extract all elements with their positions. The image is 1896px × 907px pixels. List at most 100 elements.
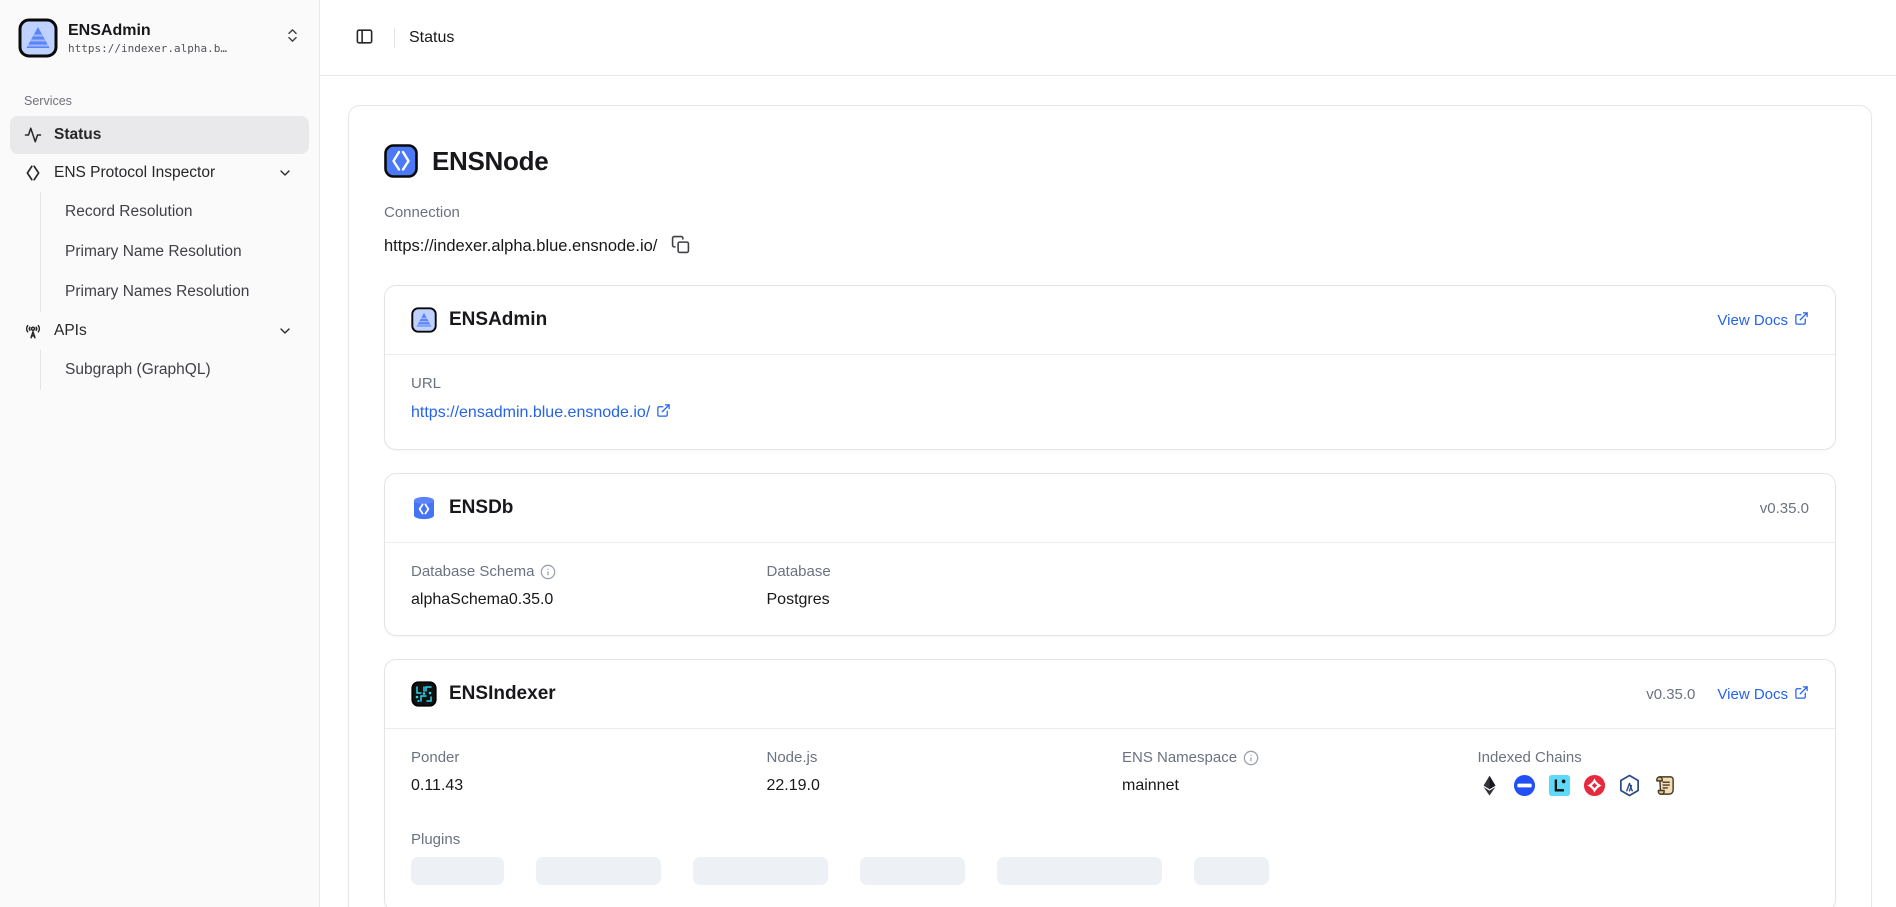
field-nodejs: Node.js 22.19.0 <box>767 749 1099 797</box>
plugin-chip <box>997 857 1162 885</box>
ensindexer-logo-icon <box>411 681 437 707</box>
ensadmin-url-link[interactable]: https://ensadmin.blue.ensnode.io/ <box>411 403 671 423</box>
url-field-label: URL <box>411 375 1809 392</box>
field-value: mainnet <box>1122 777 1454 795</box>
version-badge: v0.35.0 <box>1646 686 1695 703</box>
field-value: Postgres <box>767 591 1099 609</box>
connection-url: https://indexer.alpha.blue.ensnode.io/ <box>384 237 657 256</box>
app-subtitle: https://indexer.alpha.b… <box>68 42 274 55</box>
ensadmin-url-text: https://ensadmin.blue.ensnode.io/ <box>411 404 650 422</box>
field-database-schema: Database Schema alphaSchema0.35.0 <box>411 563 743 609</box>
app-title: ENSAdmin <box>68 22 151 39</box>
sidebar-item-primary-name-resolution[interactable]: Primary Name Resolution <box>51 232 309 272</box>
linea-chain-icon <box>1548 774 1571 797</box>
chevrons-up-down-icon <box>284 27 301 49</box>
scroll-chain-icon <box>1653 774 1676 797</box>
main-area: Status ENSNode Connection https: <box>320 0 1896 907</box>
apis-subnav: Subgraph (GraphQL) <box>40 350 309 390</box>
sidebar-section-label: Services <box>10 94 309 108</box>
sidebar-item-subgraph-graphql[interactable]: Subgraph (GraphQL) <box>51 350 309 390</box>
version-badge: v0.35.0 <box>1760 500 1809 517</box>
copy-icon <box>671 235 690 257</box>
sidebar-item-label: Status <box>54 126 101 144</box>
sidebar-item-apis[interactable]: APIs <box>10 312 309 350</box>
field-value: alphaSchema0.35.0 <box>411 591 743 609</box>
topbar: Status <box>320 0 1896 76</box>
external-link-icon <box>656 403 671 423</box>
card-title: ENSIndexer <box>449 683 556 705</box>
field-database: Database Postgres <box>767 563 1099 609</box>
radio-tower-icon <box>24 322 42 340</box>
sidebar: ENSAdmin https://indexer.alpha.b… Servic… <box>0 0 320 907</box>
info-icon[interactable] <box>540 564 556 580</box>
page-title: ENSNode <box>432 146 548 177</box>
plugin-chip <box>860 857 965 885</box>
field-label: Node.js <box>767 749 1099 766</box>
view-docs-label: View Docs <box>1717 312 1788 329</box>
plugin-chip <box>411 857 504 885</box>
view-docs-link[interactable]: View Docs <box>1717 311 1809 330</box>
plugins-label: Plugins <box>411 831 1809 848</box>
field-label: Database Schema <box>411 563 534 580</box>
sidebar-item-label: ENS Protocol Inspector <box>54 164 215 182</box>
ensdb-logo-icon <box>411 495 437 521</box>
view-docs-link[interactable]: View Docs <box>1717 685 1809 704</box>
ethereum-chain-icon <box>1478 774 1501 797</box>
field-label: Ponder <box>411 749 743 766</box>
sidebar-toggle-button[interactable] <box>348 22 380 54</box>
connection-switcher[interactable]: ENSAdmin https://indexer.alpha.b… <box>10 10 309 66</box>
plugin-chips <box>411 857 1809 885</box>
field-label: Indexed Chains <box>1478 749 1810 766</box>
arbitrum-chain-icon <box>1618 774 1641 797</box>
external-link-icon <box>1794 311 1809 330</box>
sidebar-nav: Status ENS Protocol Inspector Record Res… <box>10 116 309 390</box>
content: ENSNode Connection https://indexer.alpha… <box>320 76 1896 907</box>
sidebar-item-record-resolution[interactable]: Record Resolution <box>51 192 309 232</box>
field-ponder: Ponder 0.11.43 <box>411 749 743 797</box>
external-link-icon <box>1794 685 1809 704</box>
sidebar-item-label: Record Resolution <box>65 203 193 221</box>
copy-button[interactable] <box>671 235 690 257</box>
inspector-subnav: Record Resolution Primary Name Resolutio… <box>40 192 309 312</box>
activity-icon <box>24 126 42 144</box>
plugin-chip <box>536 857 661 885</box>
card-title: ENSAdmin <box>449 309 547 331</box>
sidebar-item-label: Primary Name Resolution <box>65 243 242 261</box>
connection-label: Connection <box>384 204 1836 221</box>
sidebar-item-primary-names-resolution[interactable]: Primary Names Resolution <box>51 272 309 312</box>
field-value: 0.11.43 <box>411 777 743 795</box>
field-label: ENS Namespace <box>1122 749 1237 766</box>
field-ens-namespace: ENS Namespace mainnet <box>1122 749 1454 797</box>
view-docs-label: View Docs <box>1717 686 1788 703</box>
ensadmin-card: ENSAdmin View Docs <box>384 285 1836 450</box>
sidebar-item-label: Primary Names Resolution <box>65 283 249 301</box>
service-cards: ENSAdmin View Docs <box>384 285 1836 907</box>
ensindexer-card: ENSIndexer v0.35.0 View Docs <box>384 659 1836 907</box>
sidebar-item-label: Subgraph (GraphQL) <box>65 361 211 379</box>
panel-left-icon <box>355 27 374 49</box>
field-indexed-chains: Indexed Chains <box>1478 749 1810 797</box>
indexed-chains-list <box>1478 774 1810 797</box>
sidebar-item-label: APIs <box>54 322 87 340</box>
chevron-down-icon <box>277 164 295 182</box>
base-chain-icon <box>1513 774 1536 797</box>
field-label: Database <box>767 563 1099 580</box>
ensadmin-logo-icon <box>18 18 58 58</box>
info-icon[interactable] <box>1243 750 1259 766</box>
connection-row: https://indexer.alpha.blue.ensnode.io/ <box>384 235 1836 257</box>
app-root: ENSAdmin https://indexer.alpha.b… Servic… <box>0 0 1896 907</box>
status-page-card: ENSNode Connection https://indexer.alpha… <box>348 105 1872 907</box>
field-value: 22.19.0 <box>767 777 1099 795</box>
sidebar-item-status[interactable]: Status <box>10 116 309 154</box>
ensadmin-card-logo-icon <box>411 307 437 333</box>
chevron-down-icon <box>277 322 295 340</box>
sidebar-item-ens-protocol-inspector[interactable]: ENS Protocol Inspector <box>10 154 309 192</box>
breadcrumb: Status <box>409 29 454 47</box>
ensdb-card: ENSDb v0.35.0 Database Schema <box>384 473 1836 636</box>
ensnode-logo-icon <box>384 144 418 178</box>
card-title: ENSDb <box>449 497 513 519</box>
ensnode-header: ENSNode <box>384 144 1836 178</box>
optimism-chain-icon <box>1583 774 1606 797</box>
topbar-divider <box>394 28 395 48</box>
ens-diamond-icon <box>24 164 42 182</box>
